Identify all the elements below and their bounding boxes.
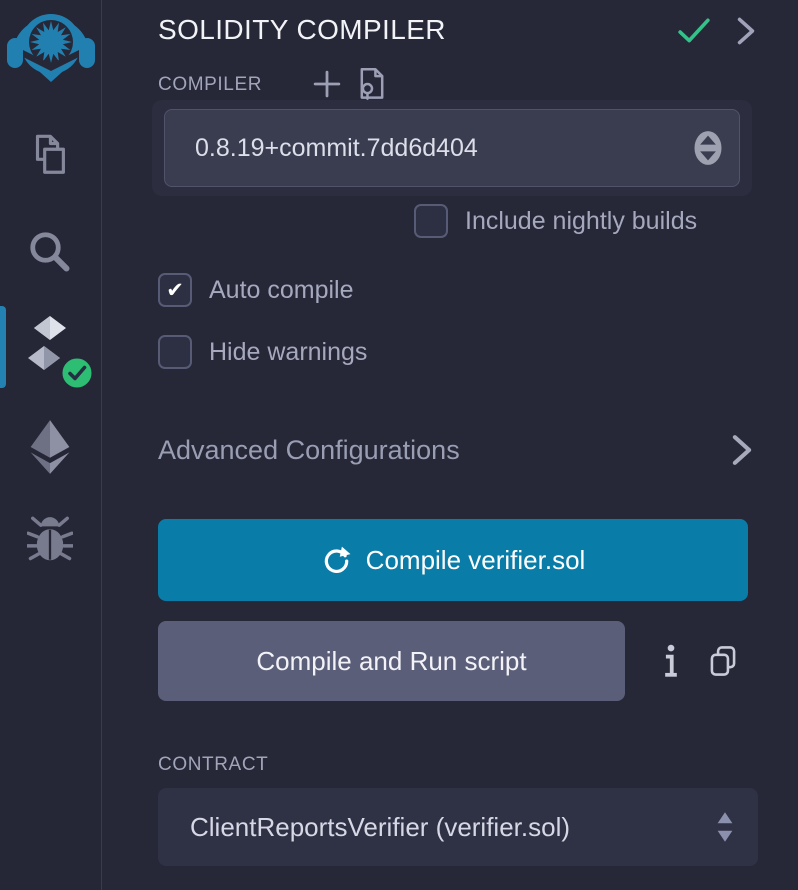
file-badge-icon[interactable]: [357, 67, 387, 101]
compile-and-run-label: Compile and Run script: [256, 646, 526, 677]
compiler-version-select[interactable]: 0.8.19+commit.7dd6d404: [164, 109, 740, 187]
compile-and-run-button[interactable]: Compile and Run script: [158, 621, 625, 701]
sidebar-item-deploy-run[interactable]: [24, 418, 76, 476]
hide-warnings-label: Hide warnings: [209, 338, 367, 367]
refresh-icon: [321, 545, 351, 575]
solidity-compiler-panel: SOLIDITY COMPILER COMPILER 0.8.19+commit…: [103, 0, 798, 890]
contract-select-value: ClientReportsVerifier (verifier.sol): [190, 812, 570, 843]
contract-section-label: CONTRACT: [158, 754, 268, 776]
page-title: SOLIDITY COMPILER: [158, 14, 446, 46]
sidebar-item-debugger[interactable]: [26, 512, 74, 566]
compile-button-label: Compile verifier.sol: [366, 545, 586, 576]
compile-run-row: Compile and Run script: [158, 621, 739, 701]
include-nightly-builds-label: Include nightly builds: [465, 207, 697, 236]
include-nightly-builds-checkbox[interactable]: [414, 204, 448, 238]
compile-success-check-icon: [678, 17, 710, 45]
auto-compile-checkbox[interactable]: ✔: [158, 273, 192, 307]
hide-warnings-checkbox-row[interactable]: Hide warnings: [158, 335, 367, 369]
files-icon: [26, 131, 72, 179]
auto-compile-label: Auto compile: [209, 276, 354, 305]
add-compiler-plus-icon[interactable]: [313, 70, 341, 98]
bug-icon: [27, 513, 73, 565]
ethereum-icon: [26, 419, 74, 475]
check-badge-icon: [60, 356, 94, 390]
auto-compile-checkbox-row[interactable]: ✔ Auto compile: [158, 273, 354, 307]
updown-arrows-icon: [716, 811, 734, 843]
checkbox-check-glyph: ✔: [166, 280, 184, 301]
compiler-section-label: COMPILER: [158, 74, 262, 96]
icon-sidebar: [0, 0, 102, 890]
search-icon: [26, 227, 74, 277]
active-plugin-indicator: [0, 306, 6, 388]
compile-button[interactable]: Compile verifier.sol: [158, 519, 748, 601]
info-icon[interactable]: [663, 644, 679, 678]
hide-warnings-checkbox[interactable]: [158, 335, 192, 369]
compiler-version-group: 0.8.19+commit.7dd6d404: [152, 100, 752, 196]
sidebar-item-search[interactable]: [24, 226, 76, 278]
sidebar-item-solidity-compiler[interactable]: [26, 316, 90, 388]
advanced-configurations-toggle[interactable]: Advanced Configurations: [158, 434, 752, 466]
include-nightly-builds-checkbox-row[interactable]: Include nightly builds: [414, 204, 697, 238]
advanced-configurations-label: Advanced Configurations: [158, 435, 460, 466]
sidebar-item-file-explorer[interactable]: [24, 130, 74, 180]
sidebar-item-home[interactable]: [4, 4, 98, 82]
contract-select[interactable]: ClientReportsVerifier (verifier.sol): [158, 788, 758, 866]
chevron-right-icon: [732, 434, 752, 466]
copy-icon[interactable]: [707, 645, 739, 677]
updown-circle-icon: [693, 130, 723, 166]
remix-logo: [5, 4, 97, 82]
panel-collapse-chevron-right-icon[interactable]: [737, 16, 755, 46]
compiler-version-value: 0.8.19+commit.7dd6d404: [195, 134, 478, 163]
